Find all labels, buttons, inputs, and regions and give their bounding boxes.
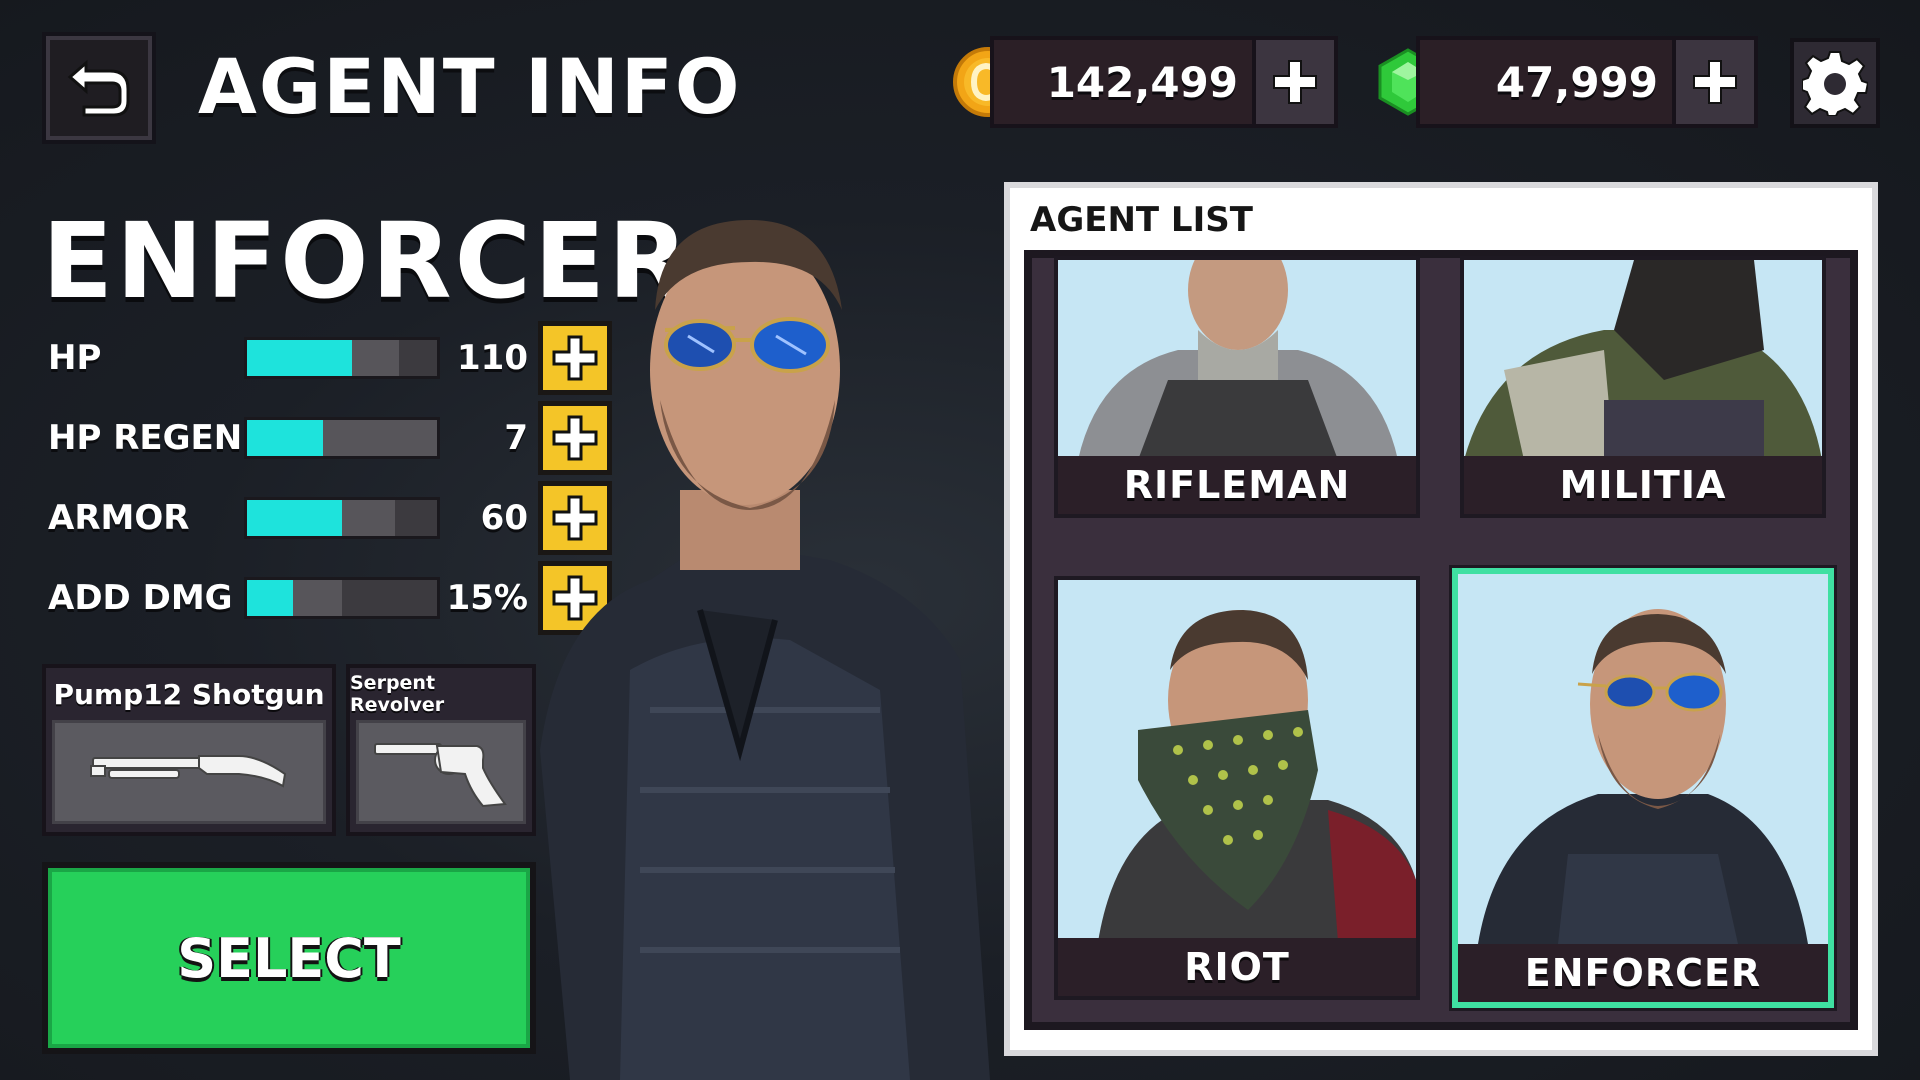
stat-label: HP REGEN [48,418,243,458]
agent-portrait [540,220,990,1080]
select-agent-button[interactable]: SELECT [42,862,536,1054]
stat-label: ARMOR [48,498,190,538]
agent-portrait-militia [1464,260,1822,460]
coin-balance: 142,499 [990,36,1338,128]
stat-bar [244,417,440,459]
gem-balance: 47,999 [1416,36,1758,128]
agent-portrait-riot [1058,580,1416,942]
stat-label: HP [48,338,102,378]
agent-card-riot[interactable]: RIOT [1054,576,1420,1000]
stat-label: ADD DMG [48,578,233,618]
stat-bar-fill [247,500,342,536]
agent-name-label: RIFLEMAN [1058,456,1416,514]
stat-bar-fill [247,420,323,456]
add-coins-button[interactable] [1252,40,1334,124]
agent-name-label: ENFORCER [1458,944,1828,1002]
plus-icon [1273,60,1317,104]
stat-bar [244,337,440,379]
settings-button[interactable] [1790,38,1880,128]
shotgun-icon [90,755,287,788]
stat-bar [244,497,440,539]
back-button[interactable] [42,32,156,144]
weapon-name: Pump12 Shotgun [53,677,325,711]
weapon-image [52,720,326,824]
gem-amount: 47,999 [1495,57,1658,107]
agent-name-label: RIOT [1058,938,1416,996]
stat-bar-fill [247,580,293,616]
agent-card-rifleman[interactable]: RIFLEMAN [1054,256,1420,518]
coin-amount: 142,499 [1046,57,1238,107]
stat-bar-fill [247,340,352,376]
add-gems-button[interactable] [1672,40,1754,124]
page-title: AGENT INFO [198,42,742,131]
select-label: SELECT [177,926,401,990]
gear-icon [1802,51,1868,116]
revolver-icon [374,743,507,808]
agent-list-title: AGENT LIST [1030,200,1253,240]
agent-portrait-rifleman [1058,260,1416,460]
agent-name-label: MILITIA [1464,456,1822,514]
agent-card-militia[interactable]: MILITIA [1460,256,1826,518]
agent-portrait-enforcer [1458,574,1828,944]
agent-card-enforcer[interactable]: ENFORCER [1452,568,1834,1008]
back-arrow-icon [67,59,130,117]
weapon-slot-primary[interactable]: Pump12 Shotgun [42,664,336,836]
plus-icon [1693,60,1737,104]
stat-bar [244,577,440,619]
